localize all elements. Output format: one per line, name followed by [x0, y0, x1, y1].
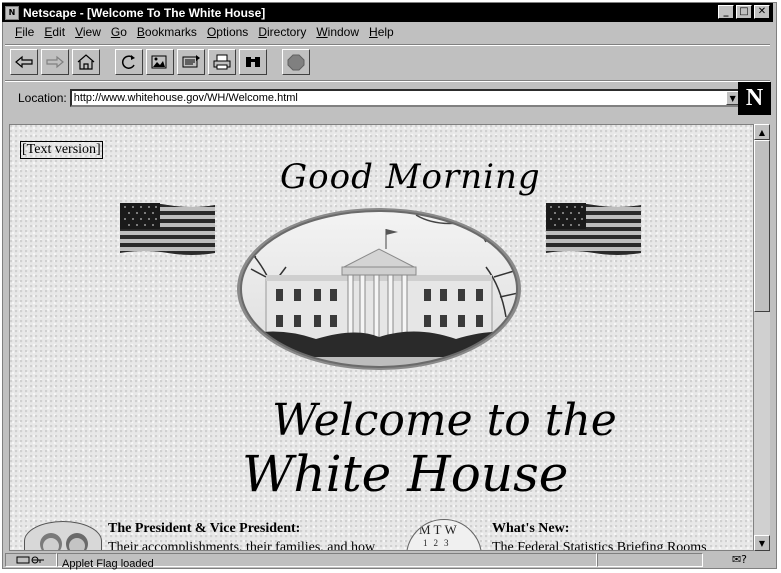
location-bar: Location: http://www.whitehouse.gov/WH/W… — [18, 89, 742, 107]
title-bar[interactable]: N Netscape - [Welcome To The White House… — [2, 3, 773, 22]
progress-panel — [597, 553, 703, 567]
scroll-thumb[interactable] — [754, 140, 770, 312]
welcome-heading-line2: White House — [242, 445, 569, 503]
whats-new-title[interactable]: What's New: — [492, 521, 569, 537]
vertical-scrollbar[interactable]: ▲ ▼ — [754, 124, 770, 551]
menu-edit[interactable]: Edit — [39, 25, 70, 43]
scroll-down-icon[interactable]: ▼ — [754, 535, 770, 551]
forward-button[interactable] — [41, 49, 69, 75]
page-content: [Text version] Good Morning Welcome to t… — [9, 124, 754, 551]
text-version-link[interactable]: [Text version] — [20, 141, 103, 159]
home-icon — [77, 54, 95, 70]
images-icon — [151, 55, 167, 69]
forward-icon — [46, 55, 64, 69]
menu-bookmarks[interactable]: Bookmarks — [132, 25, 202, 43]
greeting-heading: Good Morning — [280, 157, 541, 197]
president-link-desc: Their accomplishments, their families, a… — [108, 540, 376, 551]
menu-window[interactable]: Window — [311, 25, 364, 43]
print-icon — [213, 54, 231, 70]
security-key-icon[interactable] — [5, 553, 57, 567]
back-icon — [15, 55, 33, 69]
status-bar: Applet Flag loaded ✉? — [5, 552, 773, 570]
minimize-button[interactable]: _ — [718, 5, 734, 19]
menu-view[interactable]: View — [70, 25, 106, 43]
white-house-photo — [237, 208, 521, 370]
toolbar-divider — [5, 80, 770, 82]
maximize-button[interactable]: □ — [736, 5, 752, 19]
window-title: Netscape - [Welcome To The White House] — [23, 5, 266, 20]
back-button[interactable] — [10, 49, 38, 75]
calendar-icon[interactable]: MTW 123 — [406, 519, 482, 550]
stop-button[interactable] — [282, 49, 310, 75]
location-label: Location: — [18, 91, 67, 105]
menu-go[interactable]: Go — [106, 25, 132, 43]
reload-icon — [121, 55, 135, 69]
portrait-icon — [40, 533, 88, 550]
menu-file[interactable]: File — [10, 25, 39, 43]
menu-help[interactable]: Help — [364, 25, 399, 43]
menu-divider — [5, 44, 770, 46]
american-flag-icon — [120, 203, 215, 255]
location-url[interactable]: http://www.whitehouse.gov/WH/Welcome.htm… — [74, 92, 298, 104]
scroll-up-icon[interactable]: ▲ — [754, 124, 770, 140]
open-icon — [182, 55, 200, 68]
president-portrait[interactable] — [24, 521, 102, 550]
menu-directory[interactable]: Directory — [253, 25, 311, 43]
welcome-heading-line1: Welcome to the — [272, 395, 617, 446]
netscape-app-icon[interactable]: N — [5, 5, 19, 20]
president-link-title[interactable]: The President & Vice President: — [108, 521, 300, 537]
whats-new-desc: The Federal Statistics Briefing Rooms — [492, 540, 707, 551]
status-message-panel: Applet Flag loaded — [57, 553, 597, 570]
menu-bar: File Edit View Go Bookmarks Options Dire… — [10, 25, 399, 43]
status-message: Applet Flag loaded — [62, 558, 154, 570]
home-button[interactable] — [72, 49, 100, 75]
close-button[interactable]: ✕ — [754, 5, 770, 19]
images-button[interactable] — [146, 49, 174, 75]
location-input[interactable]: http://www.whitehouse.gov/WH/Welcome.htm… — [69, 89, 742, 107]
menu-options[interactable]: Options — [202, 25, 253, 43]
american-flag-icon — [546, 203, 641, 255]
open-button[interactable] — [177, 49, 205, 75]
stop-icon — [287, 54, 305, 71]
toolbar — [10, 47, 313, 77]
find-icon — [246, 57, 260, 67]
mail-icon[interactable]: ✉? — [732, 553, 747, 566]
netscape-logo[interactable]: N — [738, 82, 771, 115]
print-button[interactable] — [208, 49, 236, 75]
reload-button[interactable] — [115, 49, 143, 75]
find-button[interactable] — [239, 49, 267, 75]
